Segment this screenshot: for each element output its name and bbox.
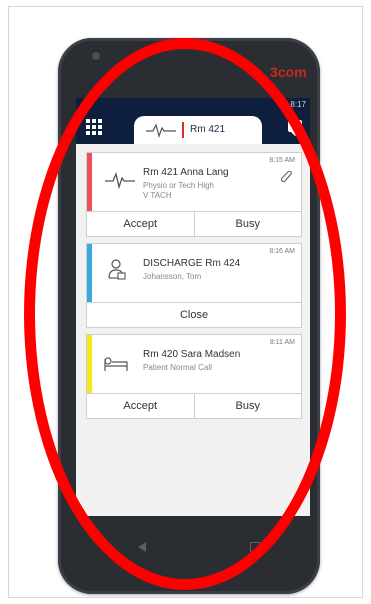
status-time: 8:17 [290, 100, 306, 109]
patient-discharge-icon [108, 259, 126, 280]
busy-button[interactable]: Busy [193, 212, 301, 236]
alert-actions: Close [87, 302, 301, 327]
chat-bubble-icon[interactable] [288, 120, 302, 136]
alert-time: 8:15 AM [269, 157, 295, 164]
phone-screen: 8:17 Rm 421 8:15 AM Rm 421 Anna Lang Phy… [76, 98, 310, 516]
tab-divider [182, 122, 184, 138]
tab-room[interactable]: Rm 421 [134, 116, 262, 144]
alert-card-discharge[interactable]: 8:16 AM DISCHARGE Rm 424 Johansson, Tom … [86, 243, 302, 328]
busy-button[interactable]: Busy [193, 394, 301, 418]
alert-subtitle: Physio or Tech High [143, 181, 214, 190]
close-button[interactable]: Close [87, 303, 301, 327]
alert-list: 8:15 AM Rm 421 Anna Lang Physio or Tech … [76, 144, 310, 419]
status-bar: 8:17 [76, 98, 310, 112]
alert-title: DISCHARGE Rm 424 [143, 258, 241, 269]
tab-room-label: Rm 421 [190, 124, 226, 135]
device-brand: 3com [270, 64, 307, 80]
patient-bed-icon [104, 357, 128, 371]
app-header: Rm 421 [76, 112, 310, 144]
android-nav-bar [76, 528, 310, 568]
alert-subtitle: Patient Normal Call [143, 363, 212, 372]
grid-menu-icon[interactable] [86, 119, 102, 135]
alert-time: 8:11 AM [269, 339, 295, 346]
alert-actions: Accept Busy [87, 211, 301, 236]
camera-icon [92, 52, 100, 60]
alert-card-normal-call[interactable]: 8:11 AM Rm 420 Sara Madsen Patient Norma… [86, 334, 302, 419]
paperclip-icon[interactable] [281, 171, 293, 185]
recents-icon[interactable] [250, 542, 260, 552]
alert-card-vtach[interactable]: 8:15 AM Rm 421 Anna Lang Physio or Tech … [86, 152, 302, 237]
priority-stripe [87, 335, 92, 393]
back-icon[interactable] [138, 542, 146, 552]
alert-time: 8:16 AM [269, 248, 295, 255]
alert-detail: V TACH [143, 191, 172, 200]
alert-subtitle: Johansson, Tom [143, 272, 202, 281]
accept-button[interactable]: Accept [87, 212, 194, 236]
ecg-waveform-icon [105, 171, 135, 189]
accept-button[interactable]: Accept [87, 394, 194, 418]
ecg-waveform-icon [146, 123, 176, 138]
priority-stripe [87, 153, 92, 211]
priority-stripe [87, 244, 92, 302]
alert-title: Rm 420 Sara Madsen [143, 349, 241, 360]
alert-title: Rm 421 Anna Lang [143, 167, 229, 178]
alert-actions: Accept Busy [87, 393, 301, 418]
